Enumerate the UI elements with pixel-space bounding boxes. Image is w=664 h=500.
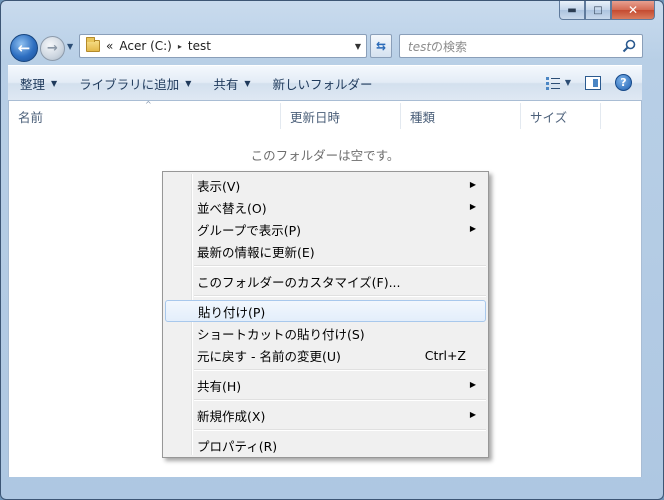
share-label: 共有 <box>213 76 239 92</box>
column-header-date[interactable]: 更新日時 <box>281 103 401 129</box>
forward-button[interactable]: → <box>40 36 65 61</box>
breadcrumb-separator-icon[interactable]: ▸ <box>178 42 182 51</box>
search-input[interactable]: testの検索 <box>399 34 643 58</box>
explorer-window: ▬ □ ✕ ← → ▼ « Acer (C:) ▸ test ▼ ⇆ testの… <box>0 0 664 500</box>
menu-separator <box>194 369 486 371</box>
menu-item-label: プロパティ(R) <box>197 438 278 454</box>
change-view-button[interactable]: ▼ <box>545 76 571 90</box>
help-icon[interactable]: ? <box>615 74 632 91</box>
chevron-down-icon: ▼ <box>185 78 192 88</box>
folder-icon <box>86 37 100 52</box>
menu-item-label: このフォルダーのカスタマイズ(F)... <box>197 274 401 290</box>
address-overflow-chevron[interactable]: « <box>106 39 113 53</box>
menu-item-label: 元に戻す - 名前の変更(U) <box>197 348 341 364</box>
organize-label: 整理 <box>20 76 46 92</box>
menu-item-label: 貼り付け(P) <box>198 304 266 320</box>
column-header-type[interactable]: 種類 <box>401 103 521 129</box>
chevron-down-icon: ▼ <box>51 78 58 88</box>
forward-arrow-icon: → <box>47 41 58 56</box>
submenu-arrow-icon: ▶ <box>469 202 476 211</box>
refresh-icon: ⇆ <box>375 39 387 53</box>
search-icon[interactable] <box>622 39 636 53</box>
submenu-arrow-icon: ▶ <box>469 410 476 419</box>
organize-button[interactable]: 整理 ▼ <box>8 66 68 100</box>
share-button[interactable]: 共有 ▼ <box>202 66 261 100</box>
back-button[interactable]: ← <box>10 34 38 62</box>
column-header-size[interactable]: サイズ <box>521 103 601 129</box>
chevron-down-icon[interactable]: ▼ <box>565 78 571 87</box>
menu-item-label: ショートカットの貼り付け(S) <box>197 326 365 342</box>
maximize-button[interactable]: □ <box>585 1 611 20</box>
empty-folder-message: このフォルダーは空です。 <box>250 148 400 163</box>
add-to-library-label: ライブラリに追加 <box>79 76 180 92</box>
close-button[interactable]: ✕ <box>611 1 655 20</box>
menu-item-refresh[interactable]: 最新の情報に更新(E) <box>165 240 486 262</box>
column-label: 更新日時 <box>290 109 341 125</box>
menu-item-label: 表示(V) <box>197 178 241 194</box>
column-label: 種類 <box>410 109 436 125</box>
breadcrumb-drive[interactable]: Acer (C:) <box>119 39 172 53</box>
refresh-button[interactable]: ⇆ <box>370 34 392 58</box>
back-arrow-icon: ← <box>17 39 31 57</box>
address-bar[interactable]: « Acer (C:) ▸ test ▼ <box>79 34 367 58</box>
menu-item-properties[interactable]: プロパティ(R) <box>165 434 486 456</box>
menu-item-undo-rename[interactable]: 元に戻す - 名前の変更(U) Ctrl+Z <box>165 344 486 366</box>
menu-item-label: 新規作成(X) <box>197 408 266 424</box>
menu-item-view[interactable]: 表示(V) ▶ <box>165 174 486 196</box>
add-to-library-button[interactable]: ライブラリに追加 ▼ <box>68 66 202 100</box>
menu-item-shortcut: Ctrl+Z <box>424 347 466 363</box>
menu-item-label: 共有(H) <box>197 378 242 394</box>
submenu-arrow-icon: ▶ <box>469 180 476 189</box>
sort-caret-icon: ^ <box>145 100 152 109</box>
address-dropdown-icon[interactable]: ▼ <box>355 42 361 51</box>
menu-item-label: グループで表示(P) <box>197 222 302 238</box>
menu-item-share[interactable]: 共有(H) ▶ <box>165 374 486 396</box>
menu-item-customize[interactable]: このフォルダーのカスタマイズ(F)... <box>165 270 486 292</box>
column-headers: ^ 名前 更新日時 種類 サイズ <box>9 100 641 129</box>
column-label: 名前 <box>18 109 44 125</box>
menu-separator <box>194 265 486 267</box>
menu-item-paste-shortcut[interactable]: ショートカットの貼り付け(S) <box>165 322 486 344</box>
recent-pages-dropdown[interactable]: ▼ <box>67 42 73 51</box>
menu-separator <box>194 429 486 431</box>
command-bar: 整理 ▼ ライブラリに追加 ▼ 共有 ▼ 新しいフォルダー ▼ ? <box>8 65 642 101</box>
column-header-name[interactable]: ^ 名前 <box>9 100 281 129</box>
preview-pane-icon[interactable] <box>585 75 601 90</box>
menu-item-group-by[interactable]: グループで表示(P) ▶ <box>165 218 486 240</box>
menu-item-paste[interactable]: 貼り付け(P) <box>165 300 486 322</box>
column-label: サイズ <box>530 109 568 125</box>
menu-separator <box>194 295 486 297</box>
search-placeholder: testの検索 <box>408 39 468 54</box>
minimize-button[interactable]: ▬ <box>559 1 585 20</box>
caption-buttons: ▬ □ ✕ <box>559 1 655 20</box>
submenu-arrow-icon: ▶ <box>469 380 476 389</box>
menu-item-label: 並べ替え(O) <box>197 200 267 216</box>
breadcrumb-folder[interactable]: test <box>188 39 211 53</box>
context-menu: 表示(V) ▶ 並べ替え(O) ▶ グループで表示(P) ▶ 最新の情報に更新(E) … <box>162 171 489 458</box>
menu-item-sort[interactable]: 並べ替え(O) ▶ <box>165 196 486 218</box>
new-folder-button[interactable]: 新しいフォルダー <box>262 66 384 100</box>
menu-item-new[interactable]: 新規作成(X) ▶ <box>165 404 486 426</box>
view-list-icon <box>545 76 560 90</box>
new-folder-label: 新しいフォルダー <box>272 76 373 92</box>
submenu-arrow-icon: ▶ <box>469 224 476 233</box>
menu-item-label: 最新の情報に更新(E) <box>197 244 315 260</box>
chevron-down-icon: ▼ <box>244 78 251 88</box>
menu-separator <box>194 399 486 401</box>
